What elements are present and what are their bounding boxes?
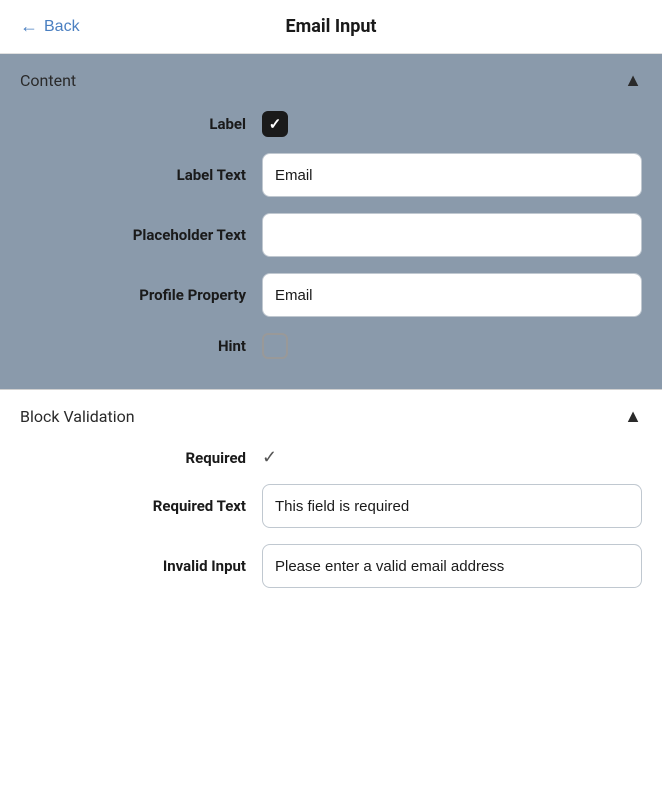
required-text-label: Required Text: [106, 497, 246, 515]
back-button[interactable]: ← Back: [20, 16, 80, 37]
label-toggle-label: Label: [106, 115, 246, 133]
required-checkmark-wrapper: ✓: [262, 447, 642, 468]
back-arrow-icon: ←: [20, 16, 38, 37]
hint-toggle-row: Hint: [20, 333, 642, 359]
content-section-title: Content: [20, 71, 76, 90]
profile-property-label: Profile Property: [106, 286, 246, 304]
label-text-label: Label Text: [106, 166, 246, 184]
validation-section: Block Validation ▲ Required ✓ Required T…: [0, 390, 662, 618]
validation-section-header: Block Validation ▲: [20, 390, 642, 447]
validation-chevron-icon[interactable]: ▲: [624, 406, 642, 427]
invalid-input-input[interactable]: [262, 544, 642, 588]
profile-property-input[interactable]: [262, 273, 642, 317]
invalid-input-row: Invalid Input: [20, 544, 642, 588]
required-toggle-row: Required ✓: [20, 447, 642, 468]
validation-form: Required ✓ Required Text Invalid Input: [20, 447, 642, 588]
placeholder-text-row: Placeholder Text: [20, 213, 642, 257]
profile-property-row: Profile Property: [20, 273, 642, 317]
hint-checkbox[interactable]: [262, 333, 288, 359]
hint-toggle-label: Hint: [106, 337, 246, 355]
back-label: Back: [44, 18, 80, 36]
required-text-input[interactable]: [262, 484, 642, 528]
page-title: Email Input: [285, 16, 376, 37]
label-toggle-row: Label: [20, 111, 642, 137]
required-toggle-label: Required: [106, 449, 246, 467]
content-section: Content ▲ Label Label Text Placeholder T…: [0, 54, 662, 389]
validation-section-title: Block Validation: [20, 407, 135, 426]
placeholder-text-label: Placeholder Text: [106, 226, 246, 244]
header: ← Back Email Input: [0, 0, 662, 54]
content-form: Label Label Text Placeholder Text Profil…: [20, 111, 642, 359]
content-chevron-icon[interactable]: ▲: [624, 70, 642, 91]
label-text-input[interactable]: [262, 153, 642, 197]
required-text-row: Required Text: [20, 484, 642, 528]
invalid-input-label: Invalid Input: [106, 557, 246, 575]
content-section-header: Content ▲: [20, 54, 642, 111]
label-checkbox[interactable]: [262, 111, 288, 137]
placeholder-text-input[interactable]: [262, 213, 642, 257]
label-checkbox-wrapper: [262, 111, 642, 137]
required-checkmark-icon[interactable]: ✓: [262, 447, 277, 468]
label-text-row: Label Text: [20, 153, 642, 197]
hint-checkbox-wrapper: [262, 333, 642, 359]
